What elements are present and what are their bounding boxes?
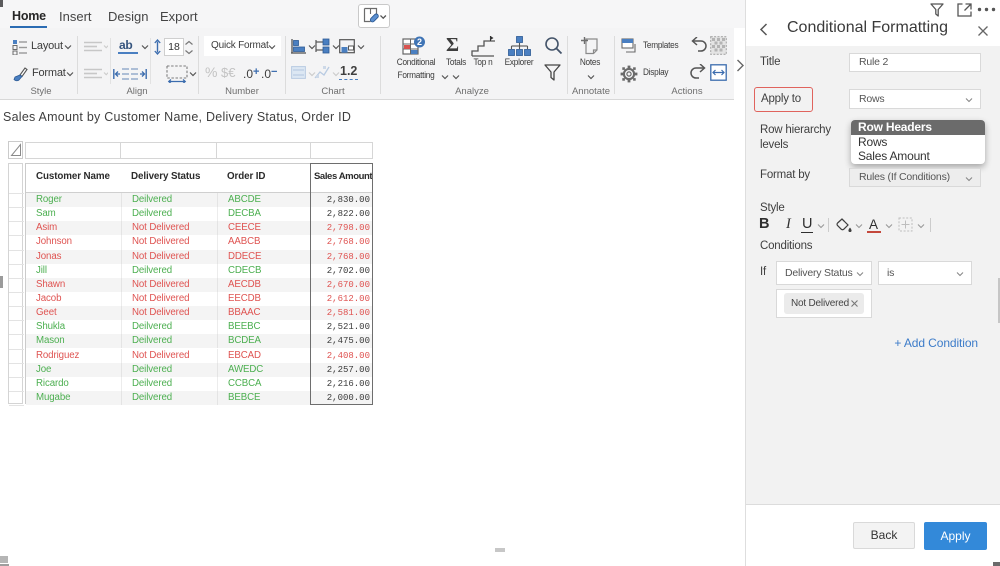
svg-text:2: 2 xyxy=(417,37,422,47)
